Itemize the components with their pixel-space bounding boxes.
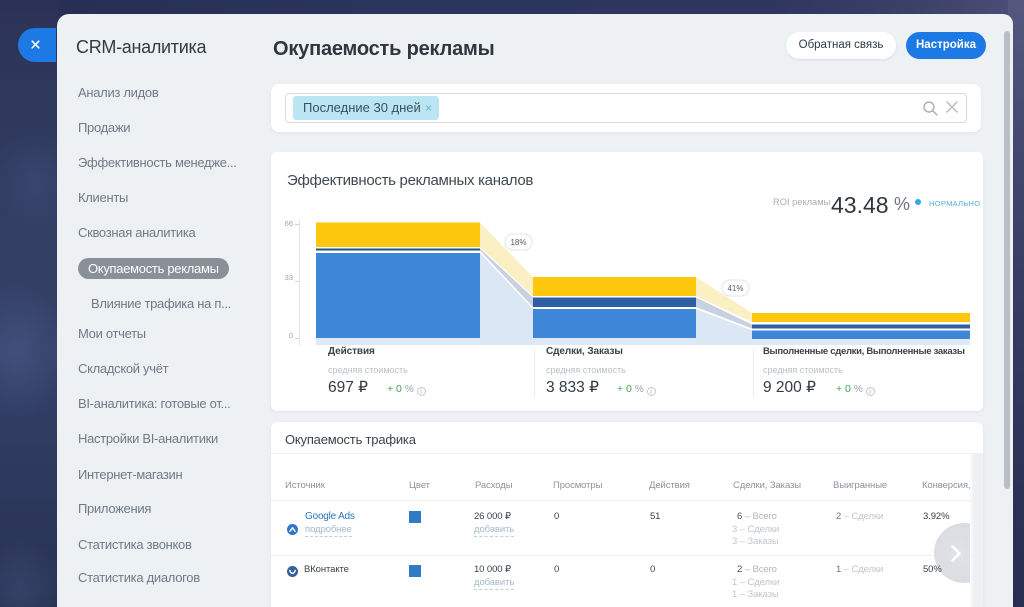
svg-text:33: 33 bbox=[285, 273, 293, 282]
svg-text:18%: 18% bbox=[510, 238, 526, 247]
svg-text:41%: 41% bbox=[727, 284, 743, 293]
svg-text:66: 66 bbox=[285, 219, 293, 228]
svg-text:0: 0 bbox=[289, 331, 293, 340]
